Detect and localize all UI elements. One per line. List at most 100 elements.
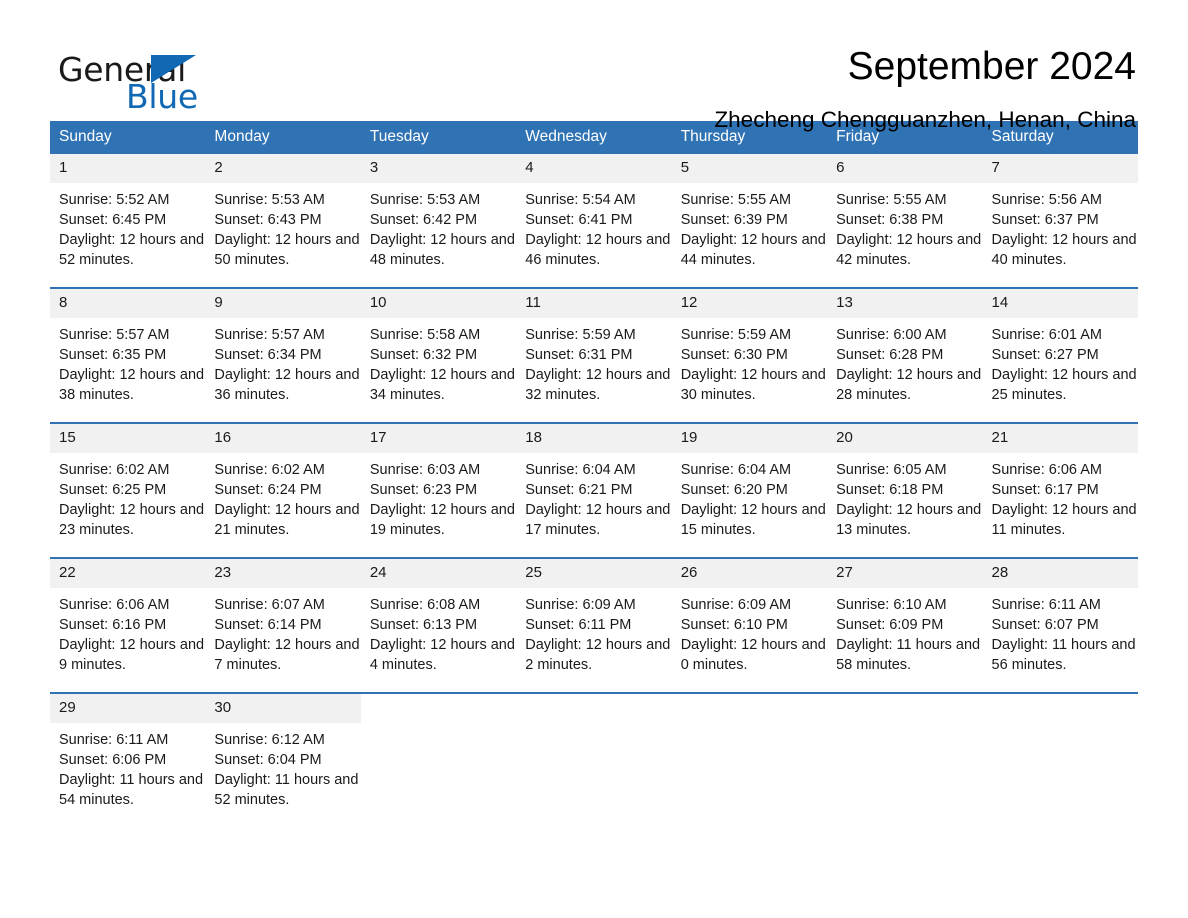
day-number: 17 [360,424,517,453]
daylight-text: Daylight: 11 hours and 58 minutes. [836,637,981,673]
day-cell[interactable]: 12 Sunrise: 5:59 AM Sunset: 6:30 PM Dayl… [671,287,828,423]
sunset-text: Sunset: 6:31 PM [525,347,633,363]
sunset-text: Sunset: 6:43 PM [214,212,322,228]
day-cell[interactable]: 24 Sunrise: 6:08 AM Sunset: 6:13 PM Dayl… [360,557,517,693]
day-cell[interactable]: 30 Sunrise: 6:12 AM Sunset: 6:04 PM Dayl… [205,692,361,827]
daylight-text: Daylight: 12 hours and 21 minutes. [214,502,360,538]
day-cell[interactable]: 6 Sunrise: 5:55 AM Sunset: 6:38 PM Dayli… [827,154,983,288]
day-cell[interactable]: 23 Sunrise: 6:07 AM Sunset: 6:14 PM Dayl… [205,557,361,693]
week-row: 22 Sunrise: 6:06 AM Sunset: 6:16 PM Dayl… [50,557,1138,693]
day-cell[interactable]: 19 Sunrise: 6:04 AM Sunset: 6:20 PM Dayl… [671,422,828,558]
day-cell[interactable]: 28 Sunrise: 6:11 AM Sunset: 6:07 PM Dayl… [982,557,1138,693]
daylight-text: Daylight: 12 hours and 52 minutes. [59,232,205,268]
day-number: 28 [982,559,1138,588]
day-cell-empty [827,692,983,827]
day-cell[interactable]: 1 Sunrise: 5:52 AM Sunset: 6:45 PM Dayli… [50,154,206,288]
day-info: Sunrise: 5:53 AM Sunset: 6:43 PM Dayligh… [205,183,360,270]
general-blue-logo[interactable]: General Blue [50,44,280,116]
day-info: Sunrise: 6:04 AM Sunset: 6:20 PM Dayligh… [672,453,827,540]
day-cell[interactable]: 17 Sunrise: 6:03 AM Sunset: 6:23 PM Dayl… [360,422,517,558]
day-number: 14 [982,289,1138,318]
day-number: 15 [50,424,206,453]
daylight-text: Daylight: 12 hours and 34 minutes. [369,367,515,403]
day-cell[interactable]: 4 Sunrise: 5:54 AM Sunset: 6:41 PM Dayli… [516,154,672,288]
day-cell[interactable]: 26 Sunrise: 6:09 AM Sunset: 6:10 PM Dayl… [671,557,828,693]
daylight-text: Daylight: 12 hours and 13 minutes. [836,502,982,538]
sunrise-text: Sunrise: 6:06 AM [59,597,170,613]
day-number: 22 [50,559,206,588]
day-cell[interactable]: 3 Sunrise: 5:53 AM Sunset: 6:42 PM Dayli… [360,154,517,288]
day-info: Sunrise: 6:09 AM Sunset: 6:10 PM Dayligh… [672,588,827,675]
day-info: Sunrise: 5:57 AM Sunset: 6:35 PM Dayligh… [50,318,205,405]
day-cell[interactable]: 18 Sunrise: 6:04 AM Sunset: 6:21 PM Dayl… [516,422,672,558]
sunrise-text: Sunrise: 6:01 AM [991,327,1102,343]
daylight-text: Daylight: 12 hours and 48 minutes. [369,232,515,268]
day-info: Sunrise: 5:56 AM Sunset: 6:37 PM Dayligh… [983,183,1138,270]
day-number: 21 [982,424,1138,453]
sunset-text: Sunset: 6:34 PM [214,347,322,363]
page-subtitle: Zhecheng Chengguanzhen, Henan, China [714,107,1136,132]
day-cell[interactable]: 21 Sunrise: 6:06 AM Sunset: 6:17 PM Dayl… [982,422,1138,558]
day-cell-empty [360,692,517,827]
day-number: 29 [50,694,206,723]
sunset-text: Sunset: 6:21 PM [525,482,633,498]
week-row: 1 Sunrise: 5:52 AM Sunset: 6:45 PM Dayli… [50,154,1138,288]
day-cell[interactable]: 13 Sunrise: 6:00 AM Sunset: 6:28 PM Dayl… [827,287,983,423]
week-row: 15 Sunrise: 6:02 AM Sunset: 6:25 PM Dayl… [50,422,1138,558]
day-info: Sunrise: 6:12 AM Sunset: 6:04 PM Dayligh… [205,723,360,810]
day-cell[interactable]: 29 Sunrise: 6:11 AM Sunset: 6:06 PM Dayl… [50,692,206,827]
daylight-text: Daylight: 12 hours and 11 minutes. [991,502,1137,538]
day-cell[interactable]: 2 Sunrise: 5:53 AM Sunset: 6:43 PM Dayli… [205,154,361,288]
sunset-text: Sunset: 6:32 PM [369,347,478,363]
daylight-text: Daylight: 12 hours and 15 minutes. [680,502,826,538]
sunset-text: Sunset: 6:09 PM [836,617,944,633]
sunrise-text: Sunrise: 6:06 AM [991,462,1102,478]
week-row: 29 Sunrise: 6:11 AM Sunset: 6:06 PM Dayl… [50,692,1138,827]
sunrise-text: Sunrise: 5:59 AM [680,327,792,343]
daylight-text: Daylight: 12 hours and 32 minutes. [525,367,671,403]
sunset-text: Sunset: 6:07 PM [991,617,1099,633]
day-number: 1 [50,154,206,183]
weekday-header-tuesday: Tuesday [360,121,517,154]
day-cell[interactable]: 22 Sunrise: 6:06 AM Sunset: 6:16 PM Dayl… [50,557,206,693]
sunset-text: Sunset: 6:39 PM [680,212,788,228]
daylight-text: Daylight: 12 hours and 19 minutes. [369,502,515,538]
day-number: 27 [827,559,983,588]
sunset-text: Sunset: 6:20 PM [680,482,788,498]
sunrise-text: Sunrise: 6:10 AM [836,597,947,613]
day-cell[interactable]: 8 Sunrise: 5:57 AM Sunset: 6:35 PM Dayli… [50,287,206,423]
day-cell[interactable]: 20 Sunrise: 6:05 AM Sunset: 6:18 PM Dayl… [827,422,983,558]
sunrise-text: Sunrise: 5:54 AM [525,192,636,208]
sunrise-sunset-calendar: Sunday Monday Tuesday Wednesday Thursday… [50,121,1138,827]
day-cell[interactable]: 15 Sunrise: 6:02 AM Sunset: 6:25 PM Dayl… [50,422,206,558]
day-number: 20 [827,424,983,453]
day-info: Sunrise: 6:08 AM Sunset: 6:13 PM Dayligh… [361,588,516,675]
sunset-text: Sunset: 6:11 PM [525,617,632,633]
day-number: 8 [50,289,206,318]
day-number: 4 [516,154,672,183]
day-cell[interactable]: 27 Sunrise: 6:10 AM Sunset: 6:09 PM Dayl… [827,557,983,693]
day-number: 10 [360,289,517,318]
day-info: Sunrise: 5:59 AM Sunset: 6:31 PM Dayligh… [516,318,671,405]
day-cell[interactable]: 16 Sunrise: 6:02 AM Sunset: 6:24 PM Dayl… [205,422,361,558]
sunset-text: Sunset: 6:17 PM [991,482,1099,498]
sunrise-text: Sunrise: 5:58 AM [369,327,481,343]
day-cell[interactable]: 9 Sunrise: 5:57 AM Sunset: 6:34 PM Dayli… [205,287,361,423]
day-cell[interactable]: 5 Sunrise: 5:55 AM Sunset: 6:39 PM Dayli… [671,154,828,288]
day-info: Sunrise: 6:02 AM Sunset: 6:25 PM Dayligh… [50,453,205,540]
day-info: Sunrise: 6:10 AM Sunset: 6:09 PM Dayligh… [827,588,982,675]
day-cell[interactable]: 11 Sunrise: 5:59 AM Sunset: 6:31 PM Dayl… [516,287,672,423]
day-number: 16 [205,424,361,453]
day-cell[interactable]: 10 Sunrise: 5:58 AM Sunset: 6:32 PM Dayl… [360,287,517,423]
sunset-text: Sunset: 6:37 PM [991,212,1099,228]
day-cell[interactable]: 25 Sunrise: 6:09 AM Sunset: 6:11 PM Dayl… [516,557,672,693]
sunrise-text: Sunrise: 6:00 AM [836,327,947,343]
day-cell[interactable]: 7 Sunrise: 5:56 AM Sunset: 6:37 PM Dayli… [982,154,1138,288]
sunset-text: Sunset: 6:30 PM [680,347,788,363]
sunset-text: Sunset: 6:45 PM [59,212,167,228]
sunrise-text: Sunrise: 5:57 AM [59,327,170,343]
week-row: 8 Sunrise: 5:57 AM Sunset: 6:35 PM Dayli… [50,287,1138,423]
sunrise-text: Sunrise: 6:09 AM [680,597,792,613]
day-cell[interactable]: 14 Sunrise: 6:01 AM Sunset: 6:27 PM Dayl… [982,287,1138,423]
day-cell-empty [982,692,1138,827]
